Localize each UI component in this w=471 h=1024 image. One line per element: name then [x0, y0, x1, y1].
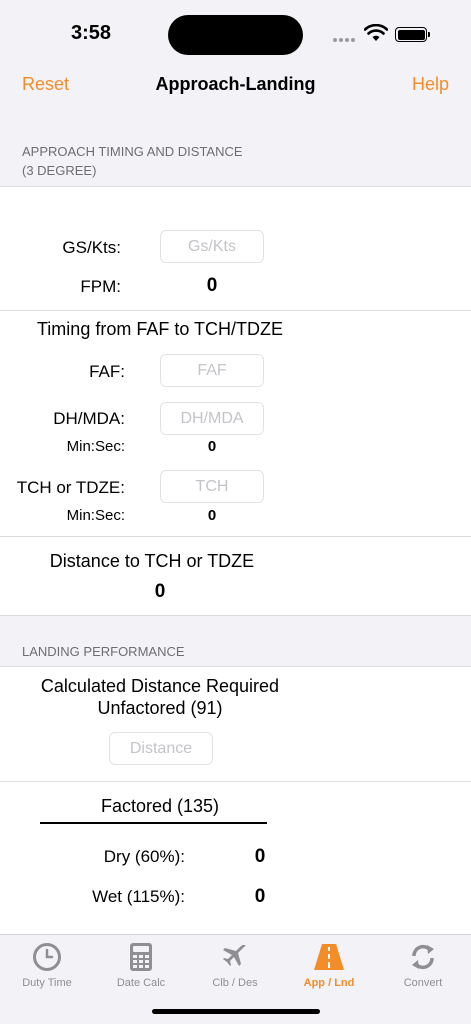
- approach-header-line2: (3 DEGREE): [22, 163, 97, 178]
- tab-label: App / Lnd: [303, 977, 355, 989]
- gs-input[interactable]: Gs/Kts: [160, 230, 264, 263]
- distance-value: 0: [154, 581, 166, 602]
- wet-value: 0: [254, 886, 266, 907]
- cellular-signal-icon: [333, 38, 355, 42]
- status-time: 3:58: [70, 22, 112, 44]
- tch-tdze-label: TCH or TDZE:: [16, 478, 125, 497]
- calc-distance-line1: Calculated Distance Required: [40, 676, 280, 696]
- divider: [0, 310, 471, 311]
- tab-duty-time[interactable]: Duty Time: [0, 941, 94, 989]
- landing-section-header: LANDING PERFORMANCE: [22, 644, 185, 659]
- tch-minsec-value: 0: [207, 507, 217, 524]
- factored-title: Factored (135): [100, 796, 220, 816]
- factored-underline: [40, 822, 267, 824]
- dry-value: 0: [254, 846, 266, 867]
- tab-climb-descent[interactable]: Clb / Des: [188, 941, 282, 989]
- gs-label: GS/Kts:: [62, 238, 121, 257]
- dry-label: Dry (60%):: [103, 847, 185, 866]
- fpm-value: 0: [206, 275, 218, 296]
- approach-section-header: APPROACH TIMING AND DISTANCE (3 DEGREE): [22, 142, 243, 180]
- page-title: Approach-Landing: [155, 74, 316, 94]
- tch-minsec-label: Min:Sec:: [66, 507, 125, 524]
- calculator-icon: [130, 943, 152, 971]
- airplane-icon: [223, 944, 246, 966]
- calc-distance-line2: Unfactored (91): [97, 698, 223, 718]
- home-indicator: [152, 1009, 320, 1014]
- faf-input[interactable]: FAF: [160, 354, 264, 387]
- tab-label: Clb / Des: [212, 977, 258, 989]
- timing-title: Timing from FAF to TCH/TDZE: [36, 319, 284, 339]
- tab-label: Convert: [403, 977, 443, 989]
- dynamic-island: [168, 15, 303, 55]
- dh-minsec-label: Min:Sec:: [66, 438, 125, 455]
- navigation-bar: Reset Approach-Landing Help: [0, 64, 471, 108]
- convert-arrows-icon: [412, 944, 434, 970]
- approach-header-line1: APPROACH TIMING AND DISTANCE: [22, 144, 243, 159]
- distance-input[interactable]: Distance: [109, 732, 213, 765]
- wet-label: Wet (115%):: [92, 887, 185, 906]
- status-bar: 3:58: [0, 0, 471, 64]
- clock-icon: [33, 943, 61, 971]
- runway-icon: [314, 944, 344, 970]
- tab-convert[interactable]: Convert: [376, 941, 470, 989]
- distance-title: Distance to TCH or TDZE: [49, 551, 255, 571]
- dh-minsec-value: 0: [207, 438, 217, 455]
- divider: [0, 536, 471, 537]
- divider: [0, 781, 471, 782]
- tab-label: Duty Time: [22, 977, 72, 989]
- dh-mda-label: DH/MDA:: [53, 409, 125, 428]
- tab-label: Date Calc: [116, 977, 166, 989]
- fpm-label: FPM:: [80, 277, 121, 296]
- tab-date-calc[interactable]: Date Calc: [94, 941, 188, 989]
- tab-approach-landing[interactable]: App / Lnd: [282, 941, 376, 989]
- tch-input[interactable]: TCH: [160, 470, 264, 503]
- wifi-icon: [364, 24, 388, 41]
- help-button[interactable]: Help: [412, 74, 449, 95]
- dh-mda-input[interactable]: DH/MDA: [160, 402, 264, 435]
- faf-label: FAF:: [89, 362, 125, 381]
- battery-icon: [395, 27, 430, 42]
